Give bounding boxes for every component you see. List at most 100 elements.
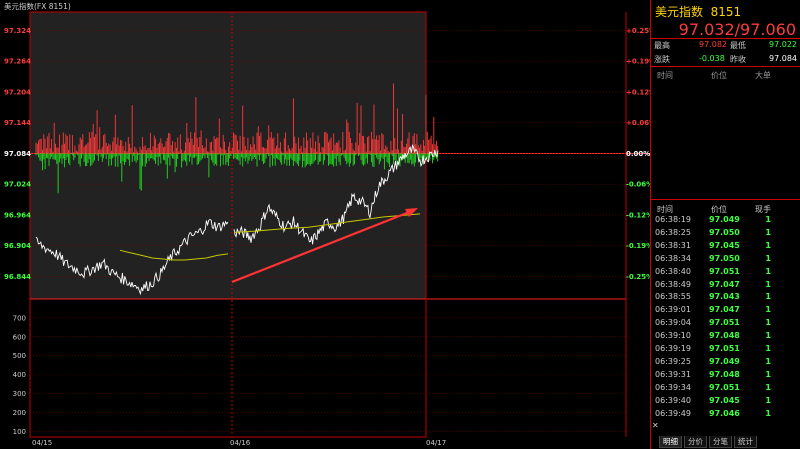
tick-row[interactable]: 06:39:19 97.051 1 (651, 344, 797, 357)
big-orders-col-time: 时间 (657, 71, 673, 80)
prev-close-label: 昨收 (730, 55, 746, 64)
tick-row[interactable]: 06:39:34 97.051 1 (651, 383, 797, 396)
low-label: 最低 (730, 41, 746, 50)
high-value: 97.082 (699, 40, 727, 49)
tick-price: 97.051 (709, 344, 740, 353)
percent-tick-label: +0.06% (626, 119, 650, 127)
tick-row[interactable]: 06:38:31 97.045 1 (651, 241, 797, 254)
tick-price: 97.051 (709, 266, 740, 276)
instrument-code: 8151 (710, 5, 742, 19)
chart-title: 美元指数(FX 8151) (4, 1, 71, 11)
intraday-chart[interactable]: 97.324 +0.25% 97.264 +0.19% 97.204 +0.12% 97.1… (0, 0, 650, 449)
ticks-col-qty: 现手 (755, 205, 771, 214)
tab-trades[interactable]: 分笔 (709, 436, 732, 448)
tick-time: 06:39:31 (655, 369, 691, 379)
price-tick-label: 97.324 (4, 27, 31, 35)
tick-row[interactable]: 06:38:55 97.043 1 (651, 292, 797, 305)
price-tick-label: 96.964 (4, 211, 31, 219)
panel-tabs: 明细 分价 分笔 统计 (659, 436, 759, 448)
tick-price: 97.047 (709, 279, 740, 289)
tick-row[interactable]: 06:39:04 97.051 1 (651, 318, 797, 331)
tick-price: 97.051 (709, 318, 740, 328)
tab-statistics[interactable]: 统计 (734, 436, 757, 448)
tick-time: 06:38:55 (655, 292, 691, 302)
percent-tick-label: 0.00% (626, 150, 650, 158)
volume-tick-label: 700 (13, 314, 26, 322)
ticks-col-price: 价位 (711, 205, 727, 214)
tick-price: 97.047 (709, 305, 740, 315)
tick-row[interactable]: 06:39:31 97.048 1 (651, 370, 797, 383)
change-value: -0.038 (699, 54, 725, 63)
tick-qty: 1 (765, 344, 771, 353)
tick-qty: 1 (765, 266, 771, 276)
tick-price: 97.050 (709, 227, 740, 237)
tick-row[interactable]: 06:38:40 97.051 1 (651, 267, 797, 280)
percent-tick-label: -0.25% (626, 273, 650, 281)
tick-time: 06:38:19 (655, 215, 691, 224)
percent-tick-label: -0.06% (626, 181, 650, 189)
ticks-col-time: 时间 (657, 205, 673, 214)
tick-time: 06:38:31 (655, 240, 691, 250)
tick-price: 97.046 (709, 408, 740, 418)
tick-qty: 1 (765, 395, 771, 405)
percent-tick-label: +0.12% (626, 88, 650, 96)
percent-tick-label: +0.25% (626, 27, 650, 35)
date-label: 04/17 (426, 439, 446, 447)
instrument-title: 美元指数 8151 (655, 3, 741, 20)
tick-qty: 1 (765, 331, 771, 341)
tick-price: 97.045 (709, 395, 740, 405)
volume-tick-label: 200 (13, 409, 26, 417)
price-tick-label: 97.144 (4, 119, 31, 127)
tick-row[interactable]: 06:39:49 97.046 1 (651, 409, 797, 422)
tick-row[interactable]: 06:39:10 97.048 1 (651, 331, 797, 344)
big-orders-col-big: 大单 (755, 71, 771, 80)
volume-tick-label: 600 (13, 333, 26, 341)
tick-qty: 1 (765, 356, 771, 366)
price-tick-label: 96.904 (4, 242, 31, 250)
tick-row[interactable]: 06:39:01 97.047 1 (651, 305, 797, 318)
tick-qty: 1 (765, 408, 771, 418)
volume-tick-label: 100 (13, 428, 26, 436)
divider (651, 199, 800, 200)
volume-tick-label: 500 (13, 352, 26, 360)
price-tick-label: 97.024 (4, 181, 31, 189)
volume-tick-label: 400 (13, 371, 26, 379)
change-label: 涨跌 (654, 55, 670, 64)
tab-detail[interactable]: 明细 (659, 436, 682, 448)
tick-price: 97.048 (709, 369, 740, 379)
tick-qty: 1 (765, 305, 771, 315)
low-value: 97.022 (769, 40, 797, 49)
tick-price: 97.043 (709, 292, 740, 302)
tick-price: 97.045 (709, 240, 740, 250)
tick-row[interactable]: 06:38:19 97.049 1 (651, 215, 797, 228)
tick-qty: 1 (765, 369, 771, 379)
tick-row[interactable]: 06:39:25 97.049 1 (651, 357, 797, 370)
high-row: 最高 (654, 40, 670, 51)
volume-tick-label: 300 (13, 390, 26, 398)
tick-time: 06:39:04 (655, 318, 691, 328)
tick-time: 06:38:25 (655, 227, 691, 237)
tick-row[interactable]: 06:38:25 97.050 1 (651, 228, 797, 241)
tick-qty: 1 (765, 253, 771, 263)
high-label: 最高 (654, 41, 670, 50)
tick-qty: 1 (765, 215, 771, 224)
tick-row[interactable]: 06:38:49 97.047 1 (651, 280, 797, 293)
tick-row[interactable]: 06:39:40 97.045 1 (651, 396, 797, 409)
tick-price: 97.049 (709, 215, 740, 224)
prev-close-value: 97.084 (769, 54, 797, 63)
tick-time: 06:38:49 (655, 279, 691, 289)
close-icon[interactable]: ✕ (652, 421, 659, 430)
date-label: 04/15 (32, 439, 52, 447)
percent-tick-label: -0.12% (626, 211, 650, 219)
tick-qty: 1 (765, 279, 771, 289)
bid-ask-price: 97.032/97.060 (678, 20, 796, 39)
divider (651, 38, 800, 39)
tab-price-distribution[interactable]: 分价 (684, 436, 707, 448)
instrument-name: 美元指数 (655, 5, 704, 19)
price-tick-label: 96.844 (4, 273, 31, 281)
tick-row[interactable]: 06:38:34 97.050 1 (651, 254, 797, 267)
tick-time: 06:38:34 (655, 253, 691, 263)
quote-panel: 美元指数 8151 97.032/97.060 最高 97.082 最低 97.… (650, 0, 800, 449)
big-orders-col-price: 价位 (711, 71, 727, 80)
tick-price: 97.049 (709, 356, 740, 366)
